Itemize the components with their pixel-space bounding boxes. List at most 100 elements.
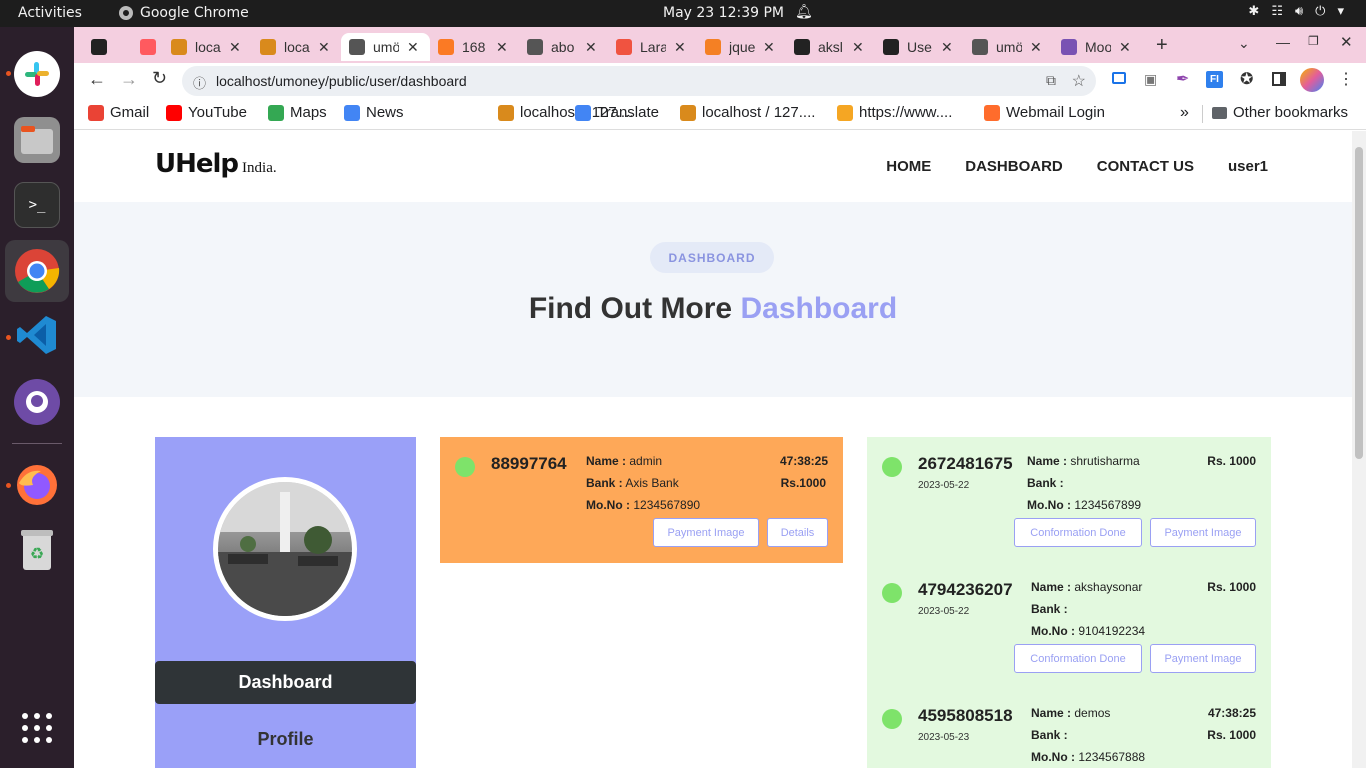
nav-dashboard[interactable]: DASHBOARD bbox=[965, 158, 1063, 175]
details-button[interactable]: Details bbox=[767, 518, 828, 547]
chrome-icon[interactable] bbox=[14, 248, 60, 294]
github-desktop-icon[interactable] bbox=[14, 379, 60, 425]
address-bar[interactable]: ⓘ localhost/umoney/public/user/dashboard… bbox=[182, 66, 1096, 96]
payment-image-button[interactable]: Payment Image bbox=[653, 518, 759, 547]
profile-sidebar: Dashboard Profile bbox=[155, 437, 416, 768]
tab[interactable]: 168 ✕ bbox=[430, 33, 519, 61]
tab-close-icon[interactable]: ✕ bbox=[407, 39, 419, 56]
tab[interactable]: abo ✕ bbox=[519, 33, 608, 61]
bookmark-star-icon[interactable]: ☆ bbox=[1072, 71, 1086, 91]
payment-image-button[interactable]: Payment Image bbox=[1150, 644, 1256, 673]
tab-close-icon[interactable]: ✕ bbox=[1119, 39, 1131, 56]
tab[interactable] bbox=[132, 33, 163, 61]
slack-tray-icon[interactable]: ✱ bbox=[1248, 4, 1259, 19]
confirmation-done-button[interactable]: Conformation Done bbox=[1014, 518, 1142, 547]
nav-user[interactable]: user1 bbox=[1228, 158, 1268, 175]
tab-close-icon[interactable]: ✕ bbox=[585, 39, 597, 56]
nav-contact-us[interactable]: CONTACT US bbox=[1097, 158, 1194, 175]
dock: >_ ♻ bbox=[0, 27, 74, 768]
trash-icon[interactable]: ♻ bbox=[14, 527, 60, 573]
tab[interactable]: Use ✕ bbox=[875, 33, 964, 61]
scrollbar-thumb[interactable] bbox=[1355, 147, 1363, 459]
firefox-icon[interactable] bbox=[14, 462, 60, 508]
url-text[interactable]: localhost/umoney/public/user/dashboard bbox=[216, 73, 467, 89]
tab[interactable]: jque ✕ bbox=[697, 33, 786, 61]
nav-home[interactable]: HOME bbox=[886, 158, 931, 175]
site-info-icon[interactable]: ⓘ bbox=[193, 73, 206, 92]
tab[interactable]: umö ✕ bbox=[341, 33, 430, 61]
tab-close-icon[interactable]: ✕ bbox=[941, 39, 953, 56]
forward-button[interactable]: → bbox=[120, 69, 138, 90]
tab-close-icon[interactable]: ✕ bbox=[229, 39, 241, 56]
site-logo[interactable]: UHelp India. bbox=[155, 149, 277, 179]
tab[interactable]: Moo ✕ bbox=[1053, 33, 1142, 61]
chevron-down-icon: ▾ bbox=[1337, 4, 1344, 19]
sidebar-profile-link[interactable]: Profile bbox=[155, 729, 416, 750]
kebab-menu-icon[interactable]: ⋮ bbox=[1338, 69, 1354, 89]
fi-extension-icon[interactable]: FI bbox=[1206, 71, 1223, 88]
screencast-extension-icon[interactable] bbox=[1112, 72, 1126, 84]
reload-button[interactable]: ↻ bbox=[152, 68, 167, 89]
tab-favicon bbox=[972, 39, 988, 55]
tab[interactable] bbox=[83, 33, 132, 61]
tab[interactable]: aksl ✕ bbox=[786, 33, 875, 61]
clock[interactable]: May 23 12:39 PM bbox=[663, 5, 784, 21]
side-panel-icon[interactable] bbox=[1272, 72, 1286, 86]
tab-strip: loca ✕ loca ✕ umö ✕ 168 ✕ abo ✕ Lara ✕ jque ✕ aksl ✕ Use… bbox=[74, 27, 1366, 63]
app-menu[interactable]: Google Chrome bbox=[118, 5, 249, 21]
confirmation-done-button[interactable]: Conformation Done bbox=[1014, 644, 1142, 673]
bookmark-item[interactable]: Gmail bbox=[88, 104, 149, 121]
bookmarks-overflow-button[interactable]: » bbox=[1180, 104, 1189, 122]
payment-image-button[interactable]: Payment Image bbox=[1150, 518, 1256, 547]
bookmark-item[interactable]: Translate bbox=[575, 104, 659, 121]
status-dot bbox=[882, 709, 902, 729]
tab-close-icon[interactable]: ✕ bbox=[852, 39, 864, 56]
new-tab-button[interactable]: + bbox=[1156, 34, 1168, 57]
tab[interactable]: umö ✕ bbox=[964, 33, 1053, 61]
tab-close-icon[interactable]: ✕ bbox=[318, 39, 330, 56]
tab-close-icon[interactable]: ✕ bbox=[763, 39, 775, 56]
back-button[interactable]: ← bbox=[88, 69, 106, 90]
tab-search-icon[interactable]: ⌄ bbox=[1238, 35, 1250, 52]
mono-field: Mo.No : 1234567899 bbox=[1027, 498, 1141, 512]
minimize-button[interactable]: — bbox=[1276, 34, 1290, 50]
slack-icon[interactable] bbox=[14, 51, 60, 97]
bell-icon[interactable]: 🔔︎ bbox=[795, 4, 813, 20]
system-tray[interactable]: ✱ ☷ 🔊︎ ⏻ ▾ bbox=[1248, 4, 1344, 19]
bookmark-item[interactable]: News bbox=[344, 104, 404, 121]
bookmark-item[interactable]: https://www.... bbox=[837, 104, 952, 121]
tab-close-icon[interactable]: ✕ bbox=[1030, 39, 1042, 56]
show-apps-icon[interactable] bbox=[14, 705, 60, 751]
activities-button[interactable]: Activities bbox=[18, 5, 82, 21]
bank-field: Bank : bbox=[1031, 728, 1068, 742]
vscode-icon[interactable] bbox=[14, 312, 60, 358]
feather-extension-icon[interactable]: ✒ bbox=[1176, 69, 1189, 89]
terminal-icon[interactable]: >_ bbox=[14, 182, 60, 228]
files-icon[interactable] bbox=[14, 117, 60, 163]
page-scrollbar[interactable] bbox=[1352, 131, 1366, 768]
bookmark-item[interactable]: Webmail Login bbox=[984, 104, 1105, 121]
tab-close-icon[interactable]: ✕ bbox=[496, 39, 508, 56]
share-icon[interactable]: ⧉ bbox=[1046, 72, 1056, 89]
bookmark-item[interactable]: localhost / 127.... bbox=[680, 104, 815, 121]
extensions-puzzle-icon[interactable]: ✪ bbox=[1240, 69, 1253, 89]
profile-avatar[interactable] bbox=[1300, 68, 1324, 92]
profile-photo bbox=[213, 477, 357, 621]
bank-label: Bank : bbox=[1031, 602, 1068, 616]
countdown-timer: 47:38:25 bbox=[779, 454, 828, 468]
tab[interactable]: loca ✕ bbox=[252, 33, 341, 61]
tab[interactable]: loca ✕ bbox=[163, 33, 252, 61]
tab-favicon bbox=[616, 39, 632, 55]
bank-field: Bank : bbox=[1031, 602, 1068, 616]
sidebar-dashboard-button[interactable]: Dashboard bbox=[155, 661, 416, 704]
other-bookmarks-folder[interactable]: Other bookmarks bbox=[1212, 104, 1348, 121]
tab[interactable]: Lara ✕ bbox=[608, 33, 697, 61]
bookmark-item[interactable]: Maps bbox=[268, 104, 327, 121]
tab-close-icon[interactable]: ✕ bbox=[674, 39, 686, 56]
camera-extension-icon[interactable]: ▣ bbox=[1144, 71, 1157, 88]
close-window-button[interactable]: ✕ bbox=[1340, 33, 1353, 51]
bookmark-label: Webmail Login bbox=[1006, 104, 1105, 121]
bookmark-item[interactable]: YouTube bbox=[166, 104, 247, 121]
amount: Rs. 1000 bbox=[1207, 454, 1256, 468]
maximize-button[interactable]: ❐ bbox=[1308, 34, 1319, 48]
